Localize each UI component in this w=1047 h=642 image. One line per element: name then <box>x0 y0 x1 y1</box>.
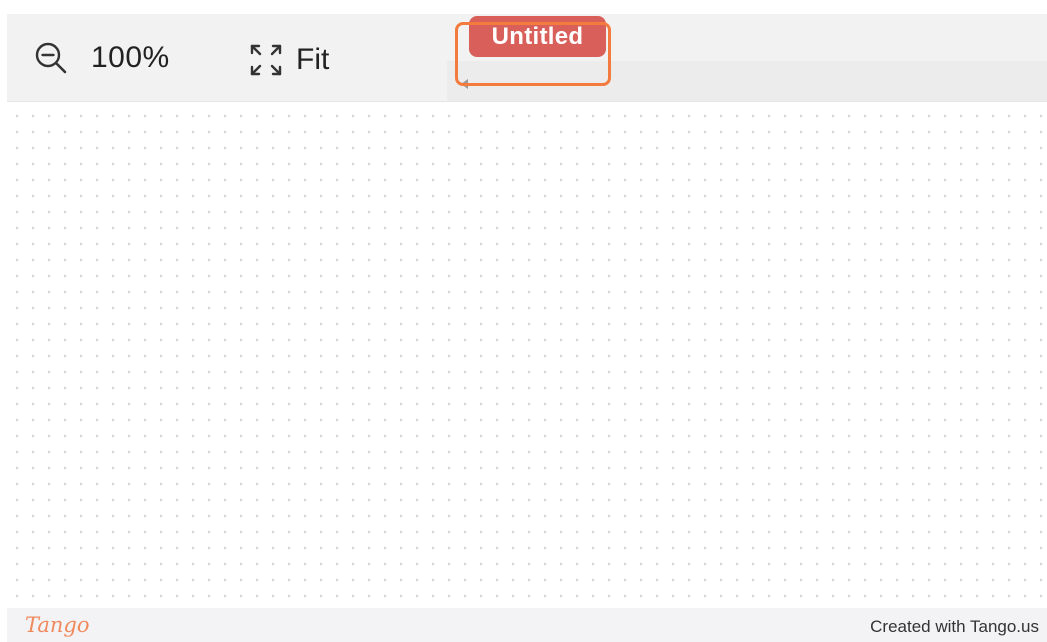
zoom-level-label: 100% <box>91 41 170 74</box>
zoom-out-icon[interactable] <box>33 40 69 76</box>
screenshot-frame: 100% Fit Untitled Tango Created with Tan… <box>0 0 1047 642</box>
fit-label: Fit <box>296 43 330 76</box>
fit-button[interactable]: Fit <box>248 40 329 80</box>
top-strip <box>0 0 1047 14</box>
footer-credit: Created with Tango.us <box>870 617 1039 636</box>
fit-expand-icon <box>248 42 284 78</box>
zoom-control[interactable]: 100% <box>33 38 170 78</box>
tango-logo: Tango <box>25 613 90 637</box>
footer: Tango Created with Tango.us <box>7 608 1047 642</box>
click-highlight-box <box>455 22 611 86</box>
dot-grid-canvas[interactable] <box>7 102 1047 608</box>
